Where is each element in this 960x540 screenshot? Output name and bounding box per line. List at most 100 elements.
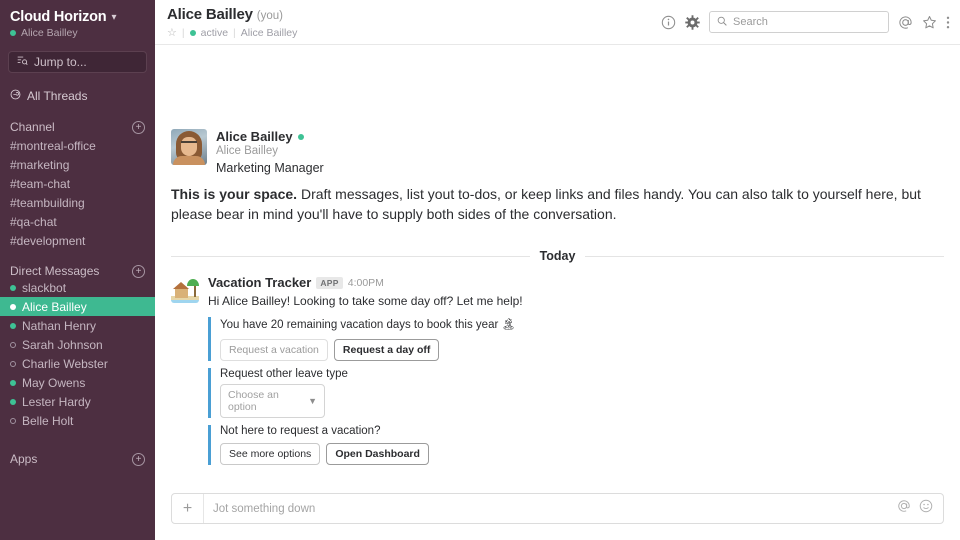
kebab-menu-icon[interactable] bbox=[946, 15, 950, 30]
apps-header-label: Apps bbox=[10, 452, 37, 466]
sidebar-dm-item[interactable]: May Owens bbox=[0, 373, 155, 392]
sidebar-dm-item[interactable]: Nathan Henry bbox=[0, 316, 155, 335]
bot-avatar-hut bbox=[175, 288, 188, 298]
message-timestamp: 4:00PM bbox=[348, 277, 384, 289]
day-divider-label: Today bbox=[540, 249, 576, 263]
current-user: Alice Bailley bbox=[10, 27, 145, 39]
dm-label: Alice Bailley bbox=[22, 300, 87, 314]
message-input[interactable]: Jot something down bbox=[204, 503, 897, 515]
message-author[interactable]: Alice Bailley bbox=[216, 129, 293, 144]
team-header[interactable]: Cloud Horizon▾ Alice Bailley bbox=[0, 0, 155, 45]
day-divider: Today bbox=[155, 249, 960, 263]
add-dm-icon[interactable]: + bbox=[132, 265, 145, 278]
sidebar-channel-item[interactable]: #team-chat bbox=[0, 174, 155, 193]
apps-section-header: Apps + bbox=[0, 452, 155, 466]
dm-label: Charlie Webster bbox=[22, 357, 108, 371]
dm-header-label: Direct Messages bbox=[10, 264, 99, 278]
gear-icon[interactable] bbox=[685, 15, 700, 30]
sidebar-dm-item[interactable]: slackbot bbox=[0, 278, 155, 297]
leave-type-select[interactable]: Choose an option ▼ bbox=[220, 384, 325, 418]
meta-divider: | bbox=[233, 27, 236, 39]
avatar-body bbox=[173, 156, 205, 165]
composer-box[interactable]: + Jot something down bbox=[171, 493, 944, 524]
sidebar-dm-item[interactable]: Belle Holt bbox=[0, 411, 155, 430]
at-icon[interactable] bbox=[898, 15, 913, 30]
request-a-vacation-button[interactable]: Request a vacation bbox=[220, 339, 328, 361]
threads-icon bbox=[10, 89, 21, 103]
channels-section-header: Channel + bbox=[0, 120, 155, 134]
main-panel: Alice Bailley(you) ☆ | active | Alice Ba… bbox=[155, 0, 960, 540]
bot-avatar[interactable] bbox=[171, 275, 199, 303]
chevron-down-icon: ▼ bbox=[308, 396, 317, 406]
sidebar-channel-item[interactable]: #marketing bbox=[0, 155, 155, 174]
bot-author-row: Vacation Tracker APP 4:00PM bbox=[208, 275, 944, 290]
open-dashboard-button[interactable]: Open Dashboard bbox=[326, 443, 429, 465]
presence-dot-icon bbox=[10, 30, 16, 36]
presence-dot-icon bbox=[10, 342, 16, 348]
composer-icons bbox=[897, 499, 943, 518]
sidebar-dm-item[interactable]: Sarah Johnson bbox=[0, 335, 155, 354]
request-a-day-off-button[interactable]: Request a day off bbox=[334, 339, 440, 361]
channel-title-row: Alice Bailley (you) bbox=[167, 6, 297, 24]
page-title: Alice Bailley bbox=[167, 6, 253, 23]
dm-label: slackbot bbox=[22, 281, 66, 295]
presence-dot-icon bbox=[10, 304, 16, 310]
message-intro-meta: Alice Bailley Alice Bailley Marketing Ma… bbox=[216, 129, 324, 176]
message-intro-lead: This is your space. bbox=[171, 186, 297, 202]
attachment-button-row: Request a vacation Request a day off bbox=[220, 339, 944, 361]
info-circle-icon[interactable] bbox=[661, 15, 676, 30]
see-more-options-button[interactable]: See more options bbox=[220, 443, 320, 465]
sidebar-item-all-threads[interactable]: All Threads bbox=[0, 86, 155, 106]
sidebar-channel-item[interactable]: #development bbox=[0, 231, 155, 250]
at-icon[interactable] bbox=[897, 499, 911, 518]
channel-list: #montreal-office #marketing #team-chat #… bbox=[0, 136, 155, 250]
add-app-icon[interactable]: + bbox=[132, 453, 145, 466]
sidebar-dm-item[interactable]: Lester Hardy bbox=[0, 392, 155, 411]
message-author-row: Alice Bailley bbox=[216, 129, 324, 144]
all-threads-label: All Threads bbox=[27, 89, 87, 103]
search-placeholder: Search bbox=[733, 16, 768, 28]
dm-label: Lester Hardy bbox=[22, 395, 91, 409]
attachment-text: Not here to request a vacation? bbox=[220, 425, 944, 437]
smiley-icon[interactable] bbox=[919, 499, 933, 518]
jump-to-button[interactable]: Jump to... bbox=[8, 51, 147, 73]
avatar[interactable] bbox=[171, 129, 207, 165]
add-channel-icon[interactable]: + bbox=[132, 121, 145, 134]
presence-dot-icon bbox=[10, 380, 16, 386]
status-label: active bbox=[201, 27, 228, 39]
presence-dot-icon bbox=[190, 30, 196, 36]
dm-label: Belle Holt bbox=[22, 414, 73, 428]
you-label: (you) bbox=[257, 10, 283, 22]
sidebar-dm-item-active[interactable]: Alice Bailley bbox=[0, 297, 155, 316]
message-author-role: Marketing Manager bbox=[216, 160, 324, 177]
sidebar-dm-item[interactable]: Charlie Webster bbox=[0, 354, 155, 373]
chevron-down-icon: ▾ bbox=[111, 12, 116, 23]
dm-section-header: Direct Messages + bbox=[0, 264, 155, 278]
presence-dot-icon bbox=[10, 361, 16, 367]
star-outline-icon[interactable]: ☆ bbox=[167, 26, 177, 39]
attachment-text: You have 20 remaining vacation days to b… bbox=[220, 317, 944, 333]
message-list: Alice Bailley Alice Bailley Marketing Ma… bbox=[155, 45, 960, 484]
sidebar-channel-item[interactable]: #qa-chat bbox=[0, 212, 155, 231]
dm-list: slackbot Alice Bailley Nathan Henry Sara… bbox=[0, 278, 155, 430]
bot-author[interactable]: Vacation Tracker bbox=[208, 275, 311, 290]
message-composer: + Jot something down bbox=[155, 484, 960, 540]
sidebar-channel-item[interactable]: #teambuilding bbox=[0, 193, 155, 212]
dm-label: Nathan Henry bbox=[22, 319, 96, 333]
divider-line bbox=[171, 256, 530, 257]
attachment-button-row: See more options Open Dashboard bbox=[220, 443, 944, 465]
search-icon bbox=[717, 16, 727, 29]
star-outline-icon[interactable] bbox=[922, 15, 937, 30]
app-badge: APP bbox=[316, 277, 342, 289]
sidebar: Cloud Horizon▾ Alice Bailley Jump to... … bbox=[0, 0, 155, 540]
message-bot: Vacation Tracker APP 4:00PM Hi Alice Bai… bbox=[155, 263, 960, 465]
dm-label: Sarah Johnson bbox=[22, 338, 103, 352]
avatar-sunglasses bbox=[181, 141, 197, 145]
current-user-name: Alice Bailley bbox=[21, 27, 78, 39]
jump-to-label: Jump to... bbox=[34, 55, 87, 69]
channels-header-label: Channel bbox=[10, 120, 55, 134]
search-input[interactable]: Search bbox=[709, 11, 889, 33]
sidebar-channel-item[interactable]: #montreal-office bbox=[0, 136, 155, 155]
attachment-block: Not here to request a vacation? See more… bbox=[208, 425, 944, 465]
plus-icon[interactable]: + bbox=[172, 494, 204, 523]
